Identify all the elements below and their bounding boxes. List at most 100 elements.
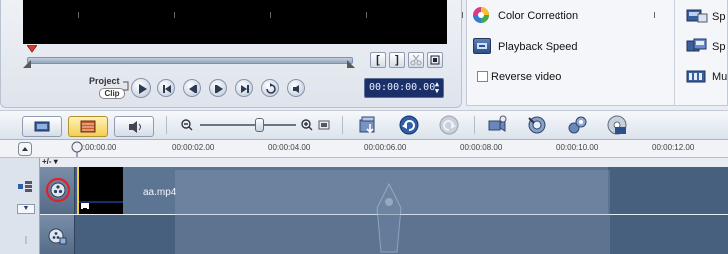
timecode-field[interactable]: 00:00:00.00 ▲ ▼	[364, 78, 444, 98]
video-track-header[interactable]	[40, 167, 75, 214]
toolbar-separator	[166, 116, 167, 134]
split-item[interactable]	[686, 8, 708, 24]
split-scene-item[interactable]	[686, 38, 708, 54]
ruler-tick	[270, 12, 271, 18]
undo-icon[interactable]	[398, 114, 420, 136]
mode-bracket-icon	[123, 81, 129, 91]
fullscreen-icon	[430, 55, 440, 65]
ruler-tick-label: 00:00:02.00	[172, 143, 215, 152]
zoom-out-icon[interactable]	[180, 118, 194, 132]
preview-panel: Project Clip [ ] 00:00:00.00 ▲ ▼	[0, 0, 462, 108]
toolbar-separator	[474, 116, 475, 134]
smart-proxy-icon[interactable]	[566, 114, 588, 136]
expand-track-button[interactable]: ▼	[17, 204, 35, 214]
clip-mode-label[interactable]: Clip	[99, 88, 125, 99]
zoom-slider-thumb[interactable]	[255, 118, 264, 132]
playback-speed-item[interactable]	[473, 38, 491, 54]
create-disc-icon[interactable]	[606, 114, 628, 136]
next-frame-button[interactable]	[209, 79, 227, 97]
audio-mixer-icon[interactable]	[526, 114, 548, 136]
playback-speed-label[interactable]: Playback Speed	[498, 41, 578, 53]
insert-media-icon[interactable]	[358, 114, 380, 136]
ruler-tick-label: 00:00:08.00	[460, 143, 503, 152]
scissors-icon	[410, 54, 422, 66]
ruler-tick	[462, 12, 463, 18]
timeline-view-icon	[80, 120, 96, 133]
ruler-tick	[78, 12, 79, 18]
ruler-tick	[654, 12, 655, 18]
repeat-button[interactable]	[261, 79, 279, 97]
go-to-start-button[interactable]	[157, 79, 175, 97]
split-scene-icon	[686, 38, 707, 52]
project-mode-label[interactable]: Project	[89, 76, 120, 86]
enlarge-button[interactable]	[427, 52, 443, 68]
clip-bar	[79, 201, 123, 203]
split-audio-icon	[686, 9, 708, 23]
fit-project-icon[interactable]	[318, 119, 330, 131]
collapse-ruler-icon[interactable]	[18, 142, 32, 156]
overlay-track-header[interactable]	[40, 215, 75, 254]
toolbar-separator	[342, 116, 343, 134]
ruler-tick-label: 00:00:12.00	[652, 143, 695, 152]
step-forward-icon	[215, 85, 223, 93]
ruler-tick	[558, 12, 559, 18]
color-wheel-icon	[473, 7, 489, 23]
multi-trim-label[interactable]: Mu	[712, 71, 727, 83]
clip-thumbnail[interactable]	[77, 167, 123, 214]
reverse-video-label[interactable]: Reverse video	[491, 71, 561, 83]
speaker-icon	[293, 85, 299, 93]
audio-speaker-icon	[129, 121, 141, 133]
zoom-slider-track[interactable]	[200, 124, 296, 126]
timeline-view-button[interactable]	[68, 116, 108, 137]
timecode-spinner[interactable]: ▲ ▼	[433, 81, 441, 95]
video-reel-icon[interactable]	[45, 177, 71, 203]
options-divider	[674, 0, 675, 106]
scrub-marker-icon[interactable]	[27, 45, 37, 53]
multi-trim-item[interactable]	[686, 68, 708, 84]
play-button[interactable]	[131, 78, 151, 98]
go-to-end-button[interactable]	[235, 79, 253, 97]
ruler-tick	[366, 12, 367, 18]
skip-start-icon	[163, 85, 171, 93]
cut-button[interactable]	[408, 52, 424, 68]
record-capture-icon[interactable]	[486, 114, 508, 136]
track-handle	[25, 236, 27, 244]
storyboard-icon	[34, 121, 50, 132]
trim-end-handle[interactable]	[347, 60, 355, 68]
ruler-tick	[174, 12, 175, 18]
mark-out-button[interactable]: ]	[389, 52, 405, 68]
zoom-indicator[interactable]: +/- ▾	[42, 157, 58, 166]
mark-in-button[interactable]: [	[370, 52, 386, 68]
previous-frame-button[interactable]	[183, 79, 201, 97]
multi-trim-icon	[686, 70, 706, 83]
clip-name: aa.mp4	[143, 187, 177, 198]
color-correction-label[interactable]: Color Correction	[498, 10, 578, 22]
track-manager-icon[interactable]	[18, 181, 34, 193]
trim-start-handle[interactable]	[23, 60, 31, 68]
audio-view-button[interactable]	[114, 116, 154, 137]
scrubber-bar[interactable]	[27, 57, 353, 64]
play-icon	[139, 84, 147, 94]
split-scene-label[interactable]: Sp	[712, 41, 725, 53]
speed-icon	[477, 43, 487, 49]
repeat-icon	[266, 83, 276, 94]
ruler-tick-label: 00:00:10.00	[556, 143, 599, 152]
color-correction-item[interactable]	[472, 6, 490, 24]
playhead-icon[interactable]	[70, 141, 84, 157]
preview-screen	[23, 0, 447, 44]
ruler-tick-label: 00:00:06.00	[364, 143, 407, 152]
redo-icon[interactable]	[438, 114, 460, 136]
zoom-in-icon[interactable]	[300, 118, 314, 132]
zoom-indicator-text: +/-	[42, 157, 52, 166]
ruler-tick-label: 00:00:04.00	[268, 143, 311, 152]
overlay-reel-icon[interactable]	[47, 227, 67, 245]
skip-end-icon	[241, 85, 249, 93]
split-label[interactable]: Sp	[712, 11, 725, 23]
timecode-value: 00:00:00.00	[369, 82, 436, 93]
storyboard-view-button[interactable]	[22, 116, 62, 137]
step-back-icon	[189, 85, 197, 93]
volume-button[interactable]	[287, 79, 305, 97]
watermark-figure-icon	[376, 182, 402, 253]
watermark-overlay	[175, 170, 610, 254]
reverse-video-checkbox[interactable]	[477, 71, 488, 82]
